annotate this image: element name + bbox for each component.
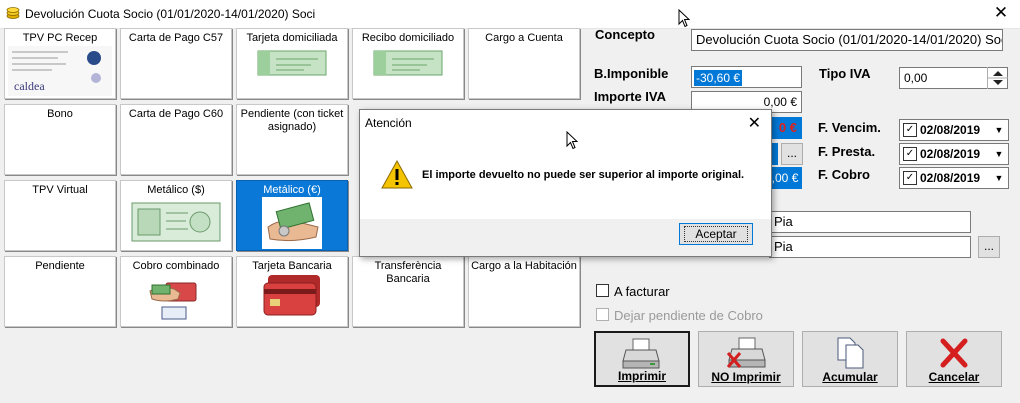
imprimir-button[interactable]: Imprimir (594, 331, 690, 387)
base-imponible-label: B.Imponible (594, 66, 669, 81)
cancel-x-icon (940, 338, 968, 368)
spinner-arrows-icon (988, 71, 1008, 85)
presta-value: 02/08/2019 (920, 147, 981, 161)
vencim-value: 02/08/2019 (920, 123, 981, 137)
payment-tile-label: Tarjeta Bancaria (252, 260, 332, 272)
vencim-checkbox[interactable]: ✓ (903, 123, 917, 137)
cobro-checkbox[interactable]: ✓ (903, 171, 917, 185)
dejar-pendiente-box (596, 308, 609, 321)
importe-iva-label: Importe IVA (594, 89, 666, 104)
presta-checkbox[interactable]: ✓ (903, 147, 917, 161)
copy-documents-icon (837, 337, 864, 369)
dialog-message: El importe devuelto no puede ser superio… (422, 169, 745, 181)
tipo-iva-label: Tipo IVA (819, 66, 871, 81)
payment-tile-label: Metálico ($) (147, 184, 205, 196)
payment-tile-transfer-ncia-bancaria[interactable]: Transferència Bancaria (352, 256, 464, 327)
payment-tile-carta-de-pago-c57[interactable]: Carta de Pago C57 (120, 28, 232, 99)
dialog-close-icon[interactable]: ✕ (748, 113, 761, 133)
payment-tile-label: Transferència Bancaria (374, 260, 442, 285)
payment-tile-label: Tarjeta domiciliada (246, 32, 338, 44)
payment-tile-label: Recibo domiciliado (361, 32, 455, 44)
title-bar: Devolución Cuota Socio (01/01/2020-14/01… (0, 0, 1020, 29)
payment-tile-cobro-combinado[interactable]: Cobro combinado (120, 256, 232, 327)
base-imponible-field[interactable]: -30,60 € (691, 66, 802, 88)
cancelar-label: Cancelar (928, 370, 980, 384)
dejar-pendiente-label: Dejar pendiente de Cobro (614, 308, 763, 323)
caldea-logo-text: caldea (14, 79, 45, 93)
cobro-dropdown-icon[interactable]: ▼ (990, 168, 1008, 188)
payment-tile-label: Carta de Pago C57 (128, 32, 224, 44)
cobro-label: F. Cobro (818, 167, 870, 182)
app-icon (6, 7, 20, 19)
payment-tile-label: TPV Virtual (32, 184, 88, 196)
dialog-title: Atención (365, 116, 412, 130)
acumular-label: Acumular (822, 370, 878, 384)
no-print-icon (726, 337, 766, 368)
no-imprimir-button[interactable]: NO Imprimir (698, 331, 794, 387)
mouse-cursor-icon-2 (566, 131, 578, 150)
aceptar-label: Aceptar (684, 226, 748, 242)
a-facturar-box (596, 284, 609, 297)
vencim-dropdown-icon[interactable]: ▼ (990, 120, 1008, 140)
payment-tile-tpv-pc-recep[interactable]: TPV PC Recep caldea (4, 28, 116, 99)
payment-tile-pendiente-con-ticket-asignado[interactable]: Pendiente (con ticket asignado) (236, 104, 348, 175)
payment-tile-label: Cargo a la Habitación (471, 260, 577, 272)
a-facturar-checkbox[interactable]: A facturar (596, 284, 670, 299)
base-imponible-value: -30,60 € (694, 70, 743, 86)
client-lookup-button[interactable]: ... (978, 236, 1000, 258)
payment-tile-label: Cobro combinado (132, 260, 220, 272)
payment-tile-label: Carta de Pago C60 (128, 108, 224, 120)
payment-tile-cargo-a-cuenta[interactable]: Cargo a Cuenta (468, 28, 580, 99)
concepto-label: Concepto (595, 27, 655, 42)
acumular-button[interactable]: Acumular (802, 331, 898, 387)
no-imprimir-label: NO Imprimir (711, 370, 781, 384)
payment-tile-label: Bono (47, 108, 73, 120)
concepto-field[interactable]: Devolución Cuota Socio (01/01/2020-14/01… (691, 29, 1003, 51)
payment-tile-label: Pendiente (35, 260, 85, 272)
payment-tile-pendiente[interactable]: Pendiente (4, 256, 116, 327)
payment-tile-met-lico[interactable]: Metálico ($) (120, 180, 232, 251)
payment-tile-carta-de-pago-c60[interactable]: Carta de Pago C60 (120, 104, 232, 175)
a-facturar-label: A facturar (614, 284, 670, 299)
payment-tile-tpv-virtual[interactable]: TPV Virtual (4, 180, 116, 251)
aceptar-button[interactable]: Aceptar (679, 223, 753, 245)
presta-dropdown-icon[interactable]: ▼ (990, 144, 1008, 164)
mouse-cursor-icon (678, 9, 690, 28)
window-close-icon[interactable]: ✕ (992, 4, 1010, 22)
payment-tile-label: Cargo a Cuenta (485, 32, 563, 44)
cobro-date-picker[interactable]: ✓ 02/08/2019 ▼ (899, 167, 1009, 189)
payment-tile-label: Metálico (€) (263, 184, 321, 196)
payment-tile-label: Pendiente (con ticket asignado) (240, 108, 344, 133)
warning-icon (381, 160, 413, 189)
payment-tile-cargo-a-la-habitaci-n[interactable]: Cargo a la Habitación (468, 256, 580, 327)
presta-label: F. Presta. (818, 144, 876, 159)
payment-tile-label: TPV PC Recep (22, 32, 98, 44)
imprimir-label: Imprimir (617, 369, 666, 383)
client-name-field[interactable]: Pia (769, 211, 971, 233)
cobro-value: 02/08/2019 (920, 171, 981, 185)
cancelar-button[interactable]: Cancelar (906, 331, 1002, 387)
secondary-ellipsis-button[interactable]: ... (781, 143, 803, 165)
payment-tile-met-lico[interactable]: Metálico (€) (236, 180, 348, 251)
presta-date-picker[interactable]: ✓ 02/08/2019 ▼ (899, 143, 1009, 165)
vencim-label: F. Vencim. (818, 120, 881, 135)
vencim-date-picker[interactable]: ✓ 02/08/2019 ▼ (899, 119, 1009, 141)
payment-tile-bono[interactable]: Bono (4, 104, 116, 175)
dejar-pendiente-checkbox: Dejar pendiente de Cobro (596, 308, 763, 323)
tipo-iva-spinner[interactable] (987, 67, 1008, 89)
printer-icon (622, 338, 660, 369)
payment-tile-recibo-domiciliado[interactable]: Recibo domiciliado (352, 28, 464, 99)
payment-tile-tarjeta-bancaria[interactable]: Tarjeta Bancaria (236, 256, 348, 327)
window-title: Devolución Cuota Socio (01/01/2020-14/01… (25, 7, 316, 21)
payment-tile-tarjeta-domiciliada[interactable]: Tarjeta domiciliada (236, 28, 348, 99)
client-account-field[interactable]: Pia (769, 236, 971, 258)
